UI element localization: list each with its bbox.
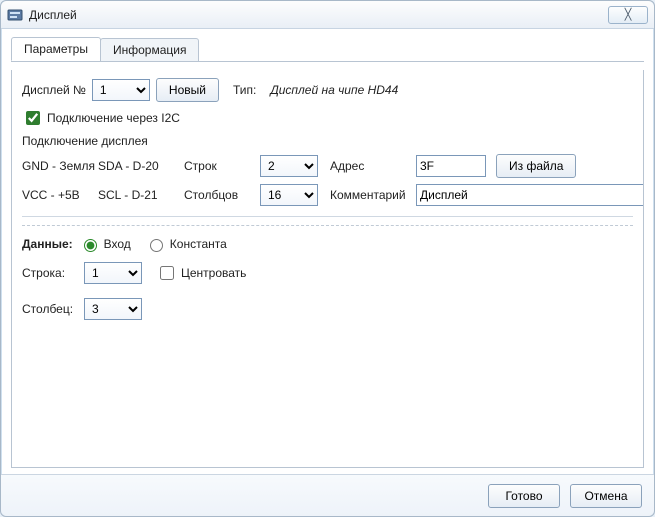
dialog-window: Дисплей ╳ Параметры Информация Дисплей №… [0,0,655,517]
comment-input[interactable] [416,184,644,206]
i2c-checkbox[interactable]: Подключение через I2C [22,108,180,128]
ok-button-label: Готово [505,489,542,503]
col-pos: Столбец: 3 [22,298,633,320]
cancel-button-label: Отмена [584,489,627,503]
addr-cell: Из файла [416,154,644,178]
type-value: Дисплей на чипе HD44 [270,83,398,97]
from-file-label: Из файла [509,159,563,173]
display-row: Дисплей № 1 Новый Тип: Дисплей на чипе H… [22,78,633,102]
center-checkbox[interactable]: Центровать [156,263,246,283]
data-radio-const-ctl[interactable] [150,239,163,252]
close-button[interactable]: ╳ [608,6,648,24]
tab-label: Информация [113,43,186,57]
data-radio-input-label: Вход [104,237,131,251]
tab-params[interactable]: Параметры [11,37,101,61]
data-radio-const[interactable]: Константа [145,236,227,252]
new-button-label: Новый [169,83,206,97]
sda-label: SDA - D-20 [98,159,178,173]
display-no-select[interactable]: 1 [92,79,150,101]
addr-label: Адрес [330,159,410,173]
col-label: Столбец: [22,302,78,316]
tab-info[interactable]: Информация [100,38,199,62]
i2c-checkbox-label: Подключение через I2C [47,111,180,125]
type-label: Тип: [233,83,256,97]
row-pos: Строка: 1 Центровать [22,262,633,284]
addr-input[interactable] [416,155,486,177]
dialog-footer: Готово Отмена [1,474,654,516]
data-radio-input[interactable]: Вход [79,236,131,252]
i2c-checkbox-input[interactable] [26,111,40,125]
connection-grid: GND - Земля SDA - D-20 Строк 2 Адрес Из … [22,154,633,206]
tab-strip: Параметры Информация [11,37,644,62]
window-title: Дисплей [29,8,77,22]
center-checkbox-label: Центровать [181,266,246,280]
data-radio-input-ctl[interactable] [84,239,97,252]
titlebar: Дисплей ╳ [1,1,654,29]
cancel-button[interactable]: Отмена [570,484,642,508]
from-file-button[interactable]: Из файла [496,154,576,178]
vcc-label: VCC - +5В [22,188,92,202]
app-icon [7,7,23,23]
new-button[interactable]: Новый [156,78,219,102]
separator [22,216,633,217]
dashed-separator [22,225,633,226]
cols-label: Столбцов [184,188,254,202]
client-area: Параметры Информация Дисплей № 1 Новый Т… [1,29,654,474]
gnd-label: GND - Земля [22,159,92,173]
center-checkbox-input[interactable] [160,266,174,280]
row-label: Строка: [22,266,78,280]
comment-label: Комментарий [330,188,410,202]
tab-body: Дисплей № 1 Новый Тип: Дисплей на чипе H… [11,70,644,468]
data-label: Данные: [22,237,73,251]
rows-label: Строк [184,159,254,173]
data-row: Данные: Вход Константа [22,236,633,252]
i2c-row: Подключение через I2C [22,108,633,128]
data-radio-const-label: Константа [170,237,227,251]
col-select[interactable]: 3 [84,298,142,320]
cols-select[interactable]: 16 [260,184,318,206]
tab-label: Параметры [24,42,88,56]
ok-button[interactable]: Готово [488,484,560,508]
connection-section-label: Подключение дисплея [22,134,633,148]
rows-select[interactable]: 2 [260,155,318,177]
scl-label: SCL - D-21 [98,188,178,202]
close-icon: ╳ [625,8,632,21]
display-no-label: Дисплей № [22,83,86,97]
row-select[interactable]: 1 [84,262,142,284]
